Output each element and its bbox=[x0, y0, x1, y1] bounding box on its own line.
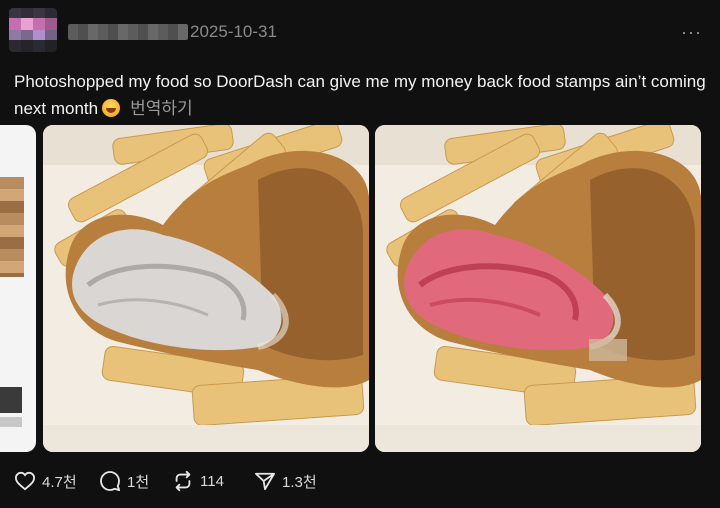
translate-link[interactable]: 번역하기 bbox=[130, 99, 193, 118]
heart-icon bbox=[14, 471, 36, 491]
comment-icon bbox=[100, 471, 121, 492]
blurred-region bbox=[0, 177, 24, 277]
avatar-pixel bbox=[33, 30, 45, 40]
post-text: Photoshopped my food so DoorDash can giv… bbox=[14, 68, 708, 122]
like-count: 4.7천 bbox=[42, 473, 77, 491]
more-options-icon[interactable]: ··· bbox=[681, 22, 702, 43]
media-image-edited[interactable] bbox=[375, 125, 701, 452]
fried-chicken-white-image bbox=[43, 125, 369, 452]
repost-count: 114 bbox=[200, 472, 224, 490]
send-icon bbox=[255, 472, 276, 491]
media-image-original[interactable] bbox=[43, 125, 369, 452]
post-header: 2025-10-31 ··· bbox=[0, 0, 720, 62]
share-count: 1.3천 bbox=[282, 473, 317, 491]
post-actions: 4.7천 1천 114 1.3천 bbox=[0, 466, 720, 496]
repost-button[interactable]: 114 bbox=[172, 470, 224, 492]
avatar[interactable] bbox=[9, 8, 57, 52]
media-carousel[interactable] bbox=[0, 125, 720, 452]
laughing-emoji-icon bbox=[102, 99, 121, 117]
fried-chicken-pink-image bbox=[375, 125, 701, 452]
post-timestamp: 2025-10-31 bbox=[190, 22, 277, 41]
repost-icon bbox=[175, 470, 191, 492]
share-button[interactable]: 1.3천 bbox=[254, 470, 317, 492]
like-button[interactable]: 4.7천 bbox=[14, 470, 77, 492]
username-blurred[interactable] bbox=[68, 24, 188, 40]
blurred-region bbox=[0, 387, 22, 413]
reply-button[interactable]: 1천 bbox=[99, 470, 149, 492]
avatar-pixel bbox=[21, 18, 33, 30]
reply-count: 1천 bbox=[127, 473, 150, 491]
media-card-previous[interactable] bbox=[0, 125, 36, 452]
blurred-region bbox=[0, 417, 22, 427]
